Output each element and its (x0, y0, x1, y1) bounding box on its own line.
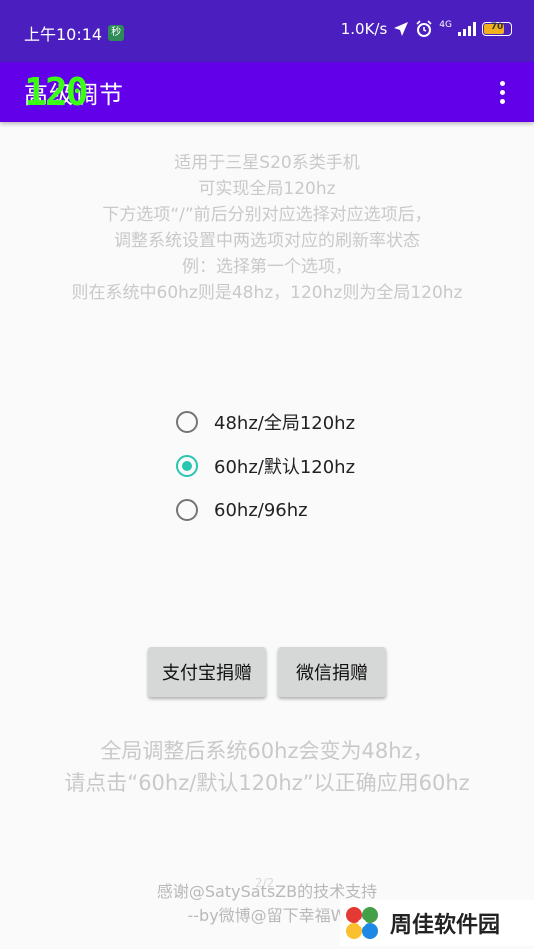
refresh-rate-radio-group: 48hz/全局120hz 60hz/默认120hz 60hz/96hz (176, 400, 355, 532)
network-type: 4G (439, 20, 452, 30)
notice-line: 全局调整后系统60hz会变为48hz， (100, 739, 434, 763)
radio-button[interactable] (176, 455, 198, 477)
description-line: 例：选择第一个选项， (182, 257, 352, 277)
location-icon (394, 22, 409, 36)
description-line: 适用于三星S20系类手机 (174, 153, 360, 173)
description-line: 可实现全局120hz (198, 179, 336, 199)
notice-line: 请点击“60hz/默认120hz”以正确应用60hz (64, 771, 470, 795)
radio-option-48hz[interactable]: 48hz/全局120hz (176, 400, 355, 444)
watermark: 周佳软件园 (340, 900, 534, 946)
status-right: 1.0K/s 4G 70 (341, 20, 512, 38)
watermark-text: 周佳软件园 (390, 913, 501, 938)
description-line: 则在系统中60hz则是48hz，120hz则为全局120hz (71, 283, 463, 303)
status-left: 上午10:14 秒 (24, 21, 125, 45)
notice-text: 全局调整后系统60hz会变为48hz， 请点击“60hz/默认120hz”以正确… (0, 735, 534, 799)
wechat-donate-button[interactable]: 微信捐赠 (278, 647, 386, 697)
radio-label[interactable]: 48hz/全局120hz (214, 409, 355, 435)
pinwheel-logo-icon (346, 907, 378, 939)
alarm-icon (416, 20, 432, 37)
screen: 上午10:14 秒 1.0K/s 4G 70 高级调节 120 适用于三星S20… (0, 0, 534, 949)
notification-app-icon: 秒 (108, 25, 125, 41)
status-time: 上午10:14 (24, 25, 103, 44)
radio-option-60hz-96hz[interactable]: 60hz/96hz (176, 488, 355, 532)
battery-icon: 70 (482, 22, 512, 36)
radio-label[interactable]: 60hz/96hz (214, 500, 308, 521)
alipay-donate-button[interactable]: 支付宝捐赠 (148, 647, 266, 697)
app-bar: 高级调节 120 (0, 62, 534, 122)
radio-dot (182, 461, 192, 471)
refresh-rate-badge: 120 (24, 70, 89, 114)
radio-button[interactable] (176, 411, 198, 433)
radio-option-60hz-default[interactable]: 60hz/默认120hz (176, 444, 355, 488)
status-bar: 上午10:14 秒 1.0K/s 4G 70 (0, 0, 534, 62)
network-speed: 1.0K/s (340, 20, 388, 38)
battery-level: 70 (490, 22, 504, 32)
radio-label[interactable]: 60hz/默认120hz (214, 453, 355, 479)
signal-icon (458, 22, 476, 36)
description-line: 下方选项“/”前后分别对应选择对应选项后， (102, 205, 432, 225)
description-line: 调整系统设置中两选项对应的刷新率状态 (114, 231, 420, 251)
overflow-menu-icon[interactable] (492, 76, 512, 108)
radio-button[interactable] (176, 499, 198, 521)
description-text: 适用于三星S20系类手机 可实现全局120hz 下方选项“/”前后分别对应选择对… (0, 150, 534, 306)
